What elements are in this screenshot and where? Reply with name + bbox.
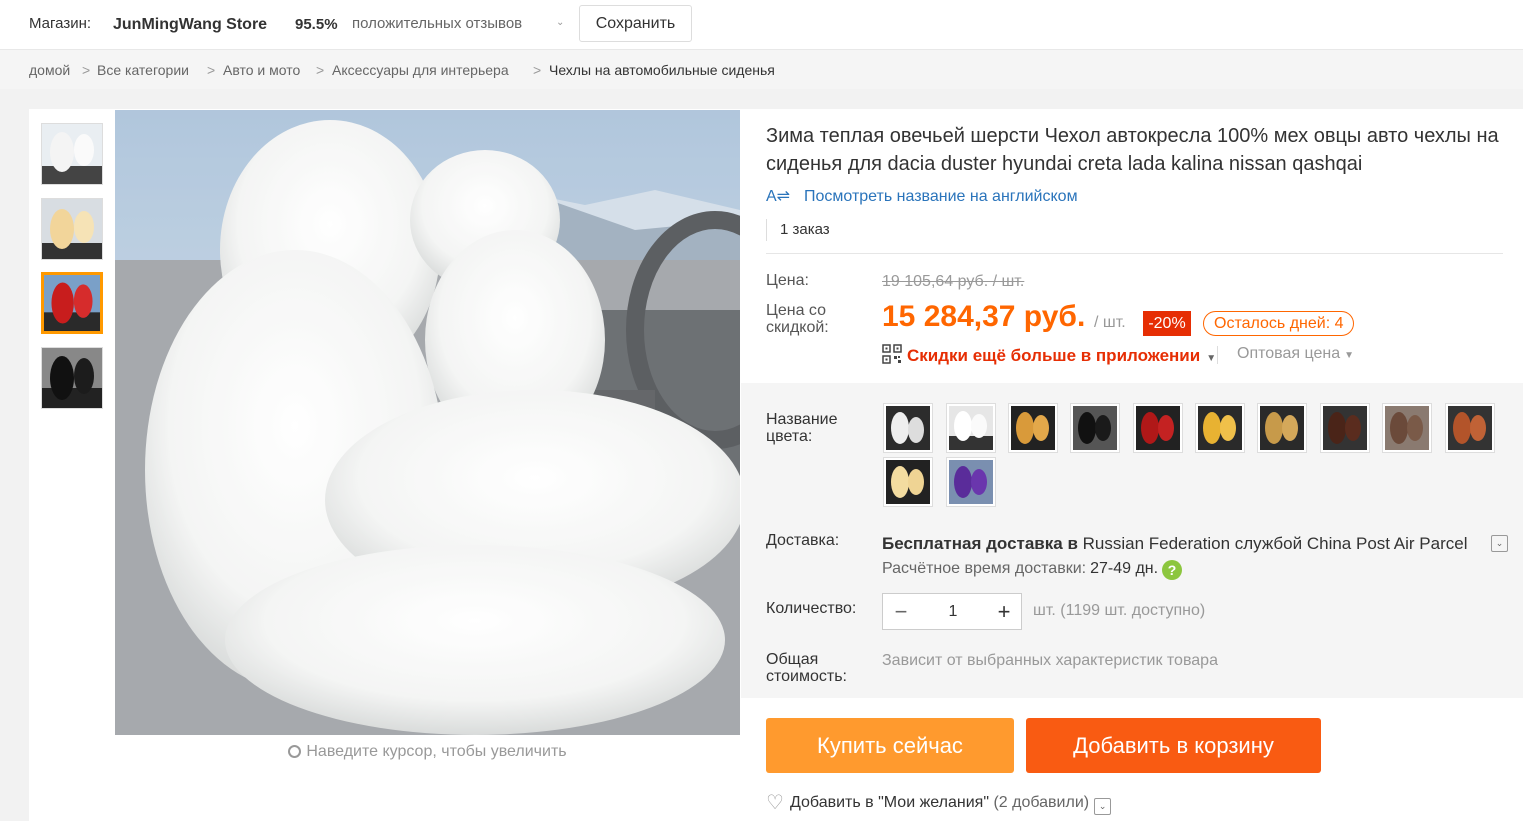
divider <box>766 253 1503 254</box>
discount-price-label: Цена со скидкой: <box>766 302 829 336</box>
color-swatch-golden[interactable] <box>1008 403 1058 453</box>
order-count: 1 заказ <box>766 219 830 241</box>
thumbnail-black[interactable] <box>41 347 103 409</box>
wholesale-price-dropdown[interactable]: Оптовая цена ▼ <box>1237 345 1354 363</box>
color-swatch-white-gray[interactable] <box>883 403 933 453</box>
quantity-input[interactable]: 1 <box>919 594 987 629</box>
qr-code-icon <box>882 344 902 364</box>
color-swatch-yellow[interactable] <box>1195 403 1245 453</box>
breadcrumb-separator: > <box>207 62 216 78</box>
shipping-label: Доставка: <box>766 532 840 549</box>
minus-icon[interactable]: − <box>883 594 919 629</box>
discount-badge: -20% <box>1143 311 1191 336</box>
color-swatch-orange-brown[interactable] <box>1445 403 1495 453</box>
help-icon[interactable]: ? <box>1162 560 1183 580</box>
price-label: Цена: <box>766 272 809 289</box>
breadcrumb: домой > Все категории > Авто и мото > Ак… <box>0 50 1523 89</box>
shipping-time: Расчётное время доставки: 27-49 дн.? <box>882 560 1183 580</box>
store-label: Магазин: <box>29 15 92 32</box>
thumbnail-yellow[interactable] <box>41 198 103 260</box>
app-promo-text[interactable]: Скидки ещё больше в приложении <box>907 346 1200 365</box>
quantity-label: Количество: <box>766 600 857 617</box>
translate-icon: A⇌ <box>766 188 791 205</box>
shipping-free: Бесплатная доставка в <box>882 534 1078 553</box>
wholesale-label[interactable]: Оптовая цена <box>1237 345 1340 362</box>
breadcrumb-auto-moto[interactable]: Авто и мото <box>223 62 300 78</box>
breadcrumb-seat-covers[interactable]: Чехлы на автомобильные сиденья <box>549 62 775 78</box>
thumbnail-white[interactable] <box>41 123 103 185</box>
save-store-button[interactable]: Сохранить <box>579 5 692 42</box>
chevron-down-icon[interactable]: ⌄ <box>1094 798 1112 815</box>
wishlist-count: (2 добавили) <box>993 794 1090 811</box>
breadcrumb-separator: > <box>533 62 542 78</box>
old-price: 19 105,64 руб. / шт. <box>882 273 1025 290</box>
per-unit: / шт. <box>1094 314 1126 331</box>
product-title: Зима теплая овечьей шерсти Чехол автокре… <box>766 125 1499 175</box>
app-promo-link[interactable]: Скидки ещё больше в приложении ▼ <box>882 344 1216 366</box>
total-label: Общая стоимость: <box>766 651 847 685</box>
rating-text[interactable]: положительных отзывов <box>352 15 522 32</box>
search-icon <box>288 745 302 758</box>
color-label: Название цвета: <box>766 411 838 445</box>
heart-icon[interactable]: ♡ <box>766 790 790 815</box>
buy-now-button[interactable]: Купить сейчас <box>766 718 1014 773</box>
zoom-hint: Наведите курсор, чтобы увеличить <box>115 743 740 761</box>
wishlist-label[interactable]: Добавить в "Мои желания" <box>790 794 989 811</box>
breadcrumb-home[interactable]: домой <box>29 62 70 78</box>
add-to-cart-button[interactable]: Добавить в корзину <box>1026 718 1321 773</box>
shipping-info: Бесплатная доставка в Russian Federation… <box>882 534 1467 554</box>
store-rating: 95.5% <box>295 16 338 33</box>
chevron-down-icon[interactable]: ⌄ <box>556 17 566 28</box>
divider <box>1217 346 1218 364</box>
breadcrumb-interior-accessories[interactable]: Аксессуары для интерьера <box>332 62 509 78</box>
current-price: 15 284,37 руб. <box>882 300 1086 333</box>
color-swatch-tan[interactable] <box>1257 403 1307 453</box>
color-swatch-coffee[interactable] <box>1382 403 1432 453</box>
total-value: Зависит от выбранных характеристик товар… <box>882 652 1218 669</box>
shipping-time-label: Расчётное время доставки: <box>882 560 1087 577</box>
breadcrumb-separator: > <box>82 62 91 78</box>
breadcrumb-separator: > <box>316 62 325 78</box>
store-bar: Магазин: JunMingWang Store 95.5% положит… <box>0 0 1523 50</box>
zoom-hint-text: Наведите курсор, чтобы увеличить <box>306 743 567 760</box>
days-left-badge: Осталось дней: 4 <box>1203 311 1355 336</box>
main-product-image[interactable] <box>115 110 740 735</box>
chevron-down-icon[interactable]: ⌄ <box>1491 535 1508 552</box>
shipping-destination: Russian Federation службой China Post Ai… <box>1082 534 1468 553</box>
quantity-stepper: − 1 + <box>882 593 1022 630</box>
color-swatch-brown[interactable] <box>1320 403 1370 453</box>
plus-icon[interactable]: + <box>987 594 1021 629</box>
color-swatch-black[interactable] <box>1070 403 1120 453</box>
color-swatch-white[interactable] <box>946 403 996 453</box>
quantity-available: шт. (1199 шт. доступно) <box>1033 602 1206 619</box>
caret-down-icon[interactable]: ▼ <box>1206 353 1216 364</box>
wishlist-link[interactable]: ♡ Добавить в "Мои желания" (2 добавили) ⌄ <box>766 790 1112 815</box>
store-name-link[interactable]: JunMingWang Store <box>113 16 267 34</box>
color-swatch-red[interactable] <box>1133 403 1183 453</box>
translate-link-text[interactable]: Посмотреть название на английском <box>804 188 1078 205</box>
color-swatch-purple[interactable] <box>946 457 996 507</box>
shipping-time-value: 27-49 дн. <box>1090 560 1159 577</box>
thumbnail-red[interactable] <box>41 272 103 334</box>
breadcrumb-all-categories[interactable]: Все категории <box>97 62 189 78</box>
color-swatch-cream[interactable] <box>883 457 933 507</box>
translate-link[interactable]: A⇌ Посмотреть название на английском <box>766 186 1078 206</box>
caret-down-icon[interactable]: ▼ <box>1344 350 1354 361</box>
